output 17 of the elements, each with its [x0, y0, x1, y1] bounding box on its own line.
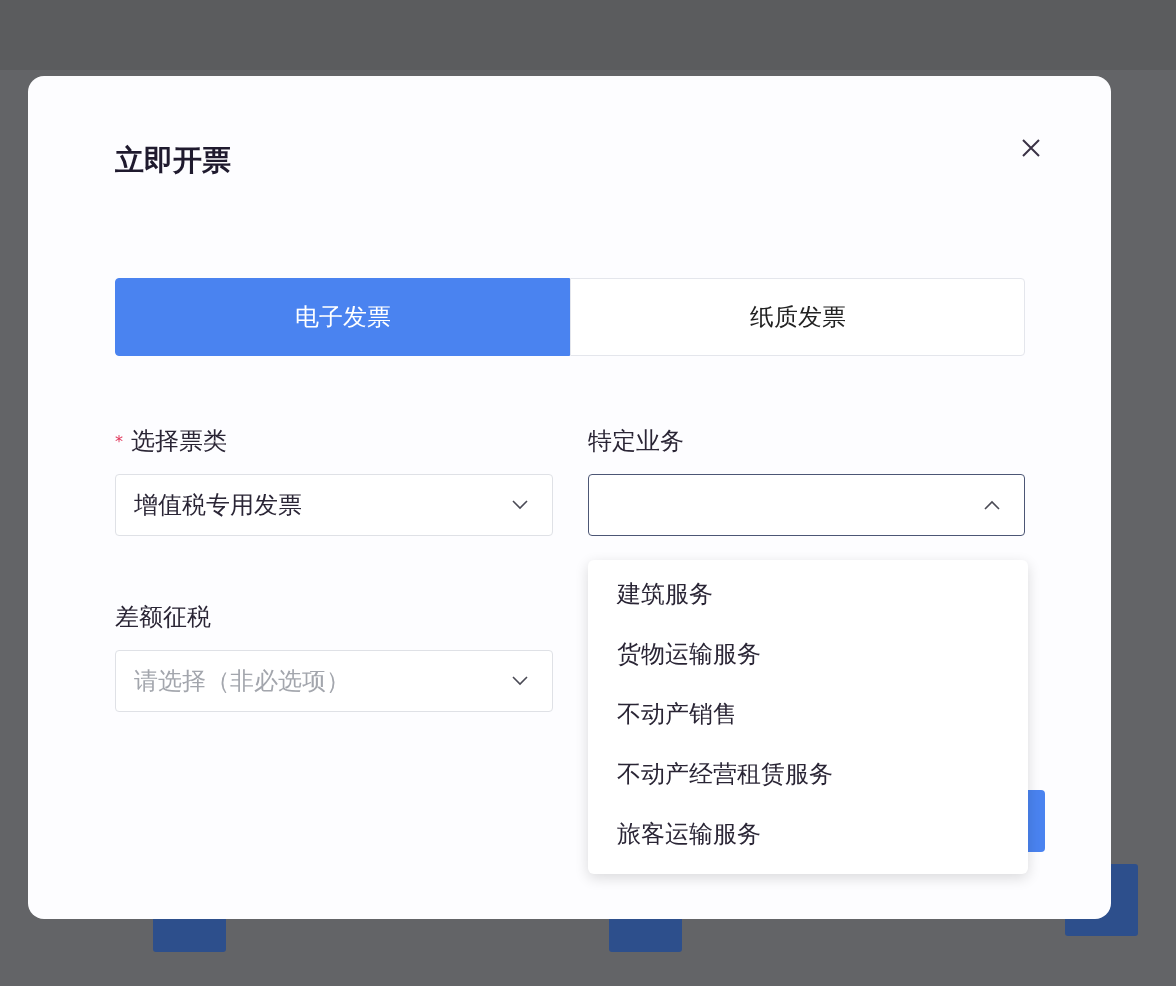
dropdown-option[interactable]: 不动产销售 [588, 684, 1028, 744]
invoice-type-tab[interactable]: 电子发票 [115, 278, 570, 356]
dropdown-option[interactable]: 不动产经营租赁服务 [588, 744, 1028, 804]
invoice-type-tab[interactable]: 纸质发票 [570, 278, 1025, 356]
chevron-down-icon [512, 676, 528, 686]
field-label: 特定业务 [588, 426, 684, 457]
chevron-up-icon [984, 500, 1000, 510]
dialog-title: 立即开票 [115, 142, 231, 179]
dropdown-option[interactable]: 建筑服务 [588, 564, 1028, 624]
field-label: 选择票类 [131, 426, 227, 457]
required-mark: * [115, 431, 123, 451]
dropdown-option[interactable]: 旅客运输服务 [588, 804, 1028, 864]
field-label: 差额征税 [115, 602, 211, 633]
dropdown-option[interactable]: 货物运输服务 [588, 624, 1028, 684]
chevron-down-icon [512, 500, 528, 510]
select-field[interactable] [588, 474, 1025, 536]
select-field[interactable]: 增值税专用发票 [115, 474, 553, 536]
